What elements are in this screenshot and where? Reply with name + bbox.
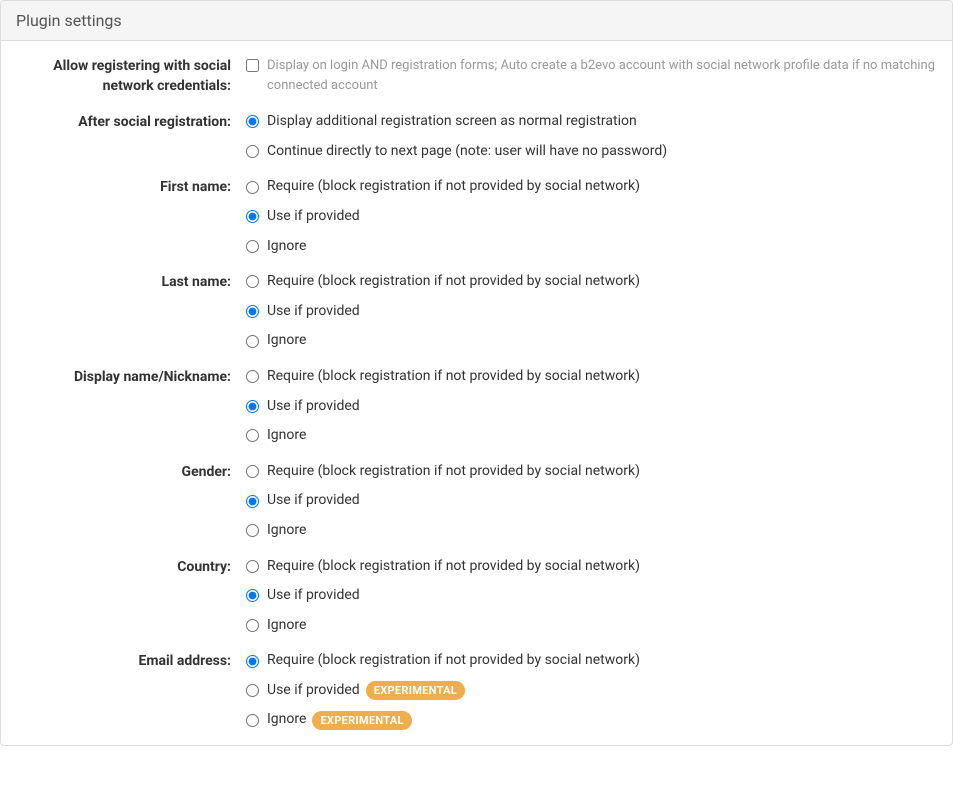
field-first-name: First name: Require (block registration … xyxy=(16,177,937,256)
first-name-radio-require[interactable] xyxy=(246,181,259,194)
display-name-text-provided: Use if provided xyxy=(267,397,360,417)
panel-body: Allow registering with social network cr… xyxy=(1,41,952,745)
gender-text-provided: Use if provided xyxy=(267,491,360,511)
after-social-option-additional[interactable]: Display additional registration screen a… xyxy=(246,112,937,132)
experimental-badge: EXPERIMENTAL xyxy=(366,681,465,700)
country-radio-require[interactable] xyxy=(246,560,259,573)
first-name-option-require[interactable]: Require (block registration if not provi… xyxy=(246,177,937,197)
email-radio-require[interactable] xyxy=(246,655,259,668)
gender-text-ignore: Ignore xyxy=(267,521,306,541)
country-radio-ignore[interactable] xyxy=(246,619,259,632)
last-name-option-ignore[interactable]: Ignore xyxy=(246,331,937,351)
country-option-require[interactable]: Require (block registration if not provi… xyxy=(246,557,937,577)
after-social-radio-additional[interactable] xyxy=(246,115,259,128)
email-option-ignore[interactable]: Ignore EXPERIMENTAL xyxy=(246,710,937,730)
last-name-radio-ignore[interactable] xyxy=(246,335,259,348)
country-label: Country: xyxy=(16,557,246,636)
display-name-radio-provided[interactable] xyxy=(246,400,259,413)
gender-option-require[interactable]: Require (block registration if not provi… xyxy=(246,462,937,482)
field-country: Country: Require (block registration if … xyxy=(16,557,937,636)
country-controls: Require (block registration if not provi… xyxy=(246,557,937,636)
last-name-text-require: Require (block registration if not provi… xyxy=(267,272,640,292)
display-name-option-provided[interactable]: Use if provided xyxy=(246,397,937,417)
country-radio-provided[interactable] xyxy=(246,589,259,602)
field-after-social: After social registration: Display addit… xyxy=(16,112,937,161)
plugin-settings-panel: Plugin settings Allow registering with s… xyxy=(0,0,953,746)
after-social-option-continue[interactable]: Continue directly to next page (note: us… xyxy=(246,142,937,162)
gender-option-provided[interactable]: Use if provided xyxy=(246,491,937,511)
first-name-text-require: Require (block registration if not provi… xyxy=(267,177,640,197)
last-name-controls: Require (block registration if not provi… xyxy=(246,272,937,351)
country-text-ignore: Ignore xyxy=(267,616,306,636)
after-social-label: After social registration: xyxy=(16,112,246,161)
field-allow-register: Allow registering with social network cr… xyxy=(16,56,937,96)
display-name-radio-ignore[interactable] xyxy=(246,429,259,442)
after-social-text-continue: Continue directly to next page (note: us… xyxy=(267,142,667,162)
last-name-label: Last name: xyxy=(16,272,246,351)
first-name-label: First name: xyxy=(16,177,246,256)
display-name-radio-require[interactable] xyxy=(246,370,259,383)
after-social-radio-continue[interactable] xyxy=(246,145,259,158)
allow-register-checkbox[interactable] xyxy=(246,59,259,72)
first-name-option-ignore[interactable]: Ignore xyxy=(246,237,937,257)
last-name-option-provided[interactable]: Use if provided xyxy=(246,302,937,322)
display-name-option-ignore[interactable]: Ignore xyxy=(246,426,937,446)
allow-register-controls: Display on login AND registration forms;… xyxy=(246,56,937,96)
last-name-option-require[interactable]: Require (block registration if not provi… xyxy=(246,272,937,292)
display-name-option-require[interactable]: Require (block registration if not provi… xyxy=(246,367,937,387)
allow-register-desc: Display on login AND registration forms;… xyxy=(267,56,937,95)
field-email: Email address: Require (block registrati… xyxy=(16,651,937,730)
first-name-radio-provided[interactable] xyxy=(246,210,259,223)
experimental-badge: EXPERIMENTAL xyxy=(312,711,411,730)
after-social-controls: Display additional registration screen a… xyxy=(246,112,937,161)
after-social-text-additional: Display additional registration screen a… xyxy=(267,112,637,132)
gender-label: Gender: xyxy=(16,462,246,541)
email-option-provided[interactable]: Use if provided EXPERIMENTAL xyxy=(246,681,937,701)
first-name-text-ignore: Ignore xyxy=(267,237,306,257)
email-option-require[interactable]: Require (block registration if not provi… xyxy=(246,651,937,671)
country-option-ignore[interactable]: Ignore xyxy=(246,616,937,636)
email-text-provided: Use if provided xyxy=(267,681,360,701)
gender-radio-require[interactable] xyxy=(246,465,259,478)
country-text-require: Require (block registration if not provi… xyxy=(267,557,640,577)
display-name-text-require: Require (block registration if not provi… xyxy=(267,367,640,387)
allow-register-label: Allow registering with social network cr… xyxy=(16,56,246,96)
last-name-text-ignore: Ignore xyxy=(267,331,306,351)
email-text-require: Require (block registration if not provi… xyxy=(267,651,640,671)
email-radio-provided[interactable] xyxy=(246,684,259,697)
field-gender: Gender: Require (block registration if n… xyxy=(16,462,937,541)
last-name-radio-provided[interactable] xyxy=(246,305,259,318)
country-text-provided: Use if provided xyxy=(267,586,360,606)
email-text-ignore: Ignore xyxy=(267,710,306,730)
first-name-text-provided: Use if provided xyxy=(267,207,360,227)
gender-text-require: Require (block registration if not provi… xyxy=(267,462,640,482)
email-controls: Require (block registration if not provi… xyxy=(246,651,937,730)
allow-register-row[interactable]: Display on login AND registration forms;… xyxy=(246,56,937,95)
display-name-label: Display name/Nickname: xyxy=(16,367,246,446)
display-name-text-ignore: Ignore xyxy=(267,426,306,446)
field-last-name: Last name: Require (block registration i… xyxy=(16,272,937,351)
field-display-name: Display name/Nickname: Require (block re… xyxy=(16,367,937,446)
first-name-option-provided[interactable]: Use if provided xyxy=(246,207,937,227)
first-name-radio-ignore[interactable] xyxy=(246,240,259,253)
gender-radio-ignore[interactable] xyxy=(246,524,259,537)
last-name-text-provided: Use if provided xyxy=(267,302,360,322)
email-label: Email address: xyxy=(16,651,246,730)
display-name-controls: Require (block registration if not provi… xyxy=(246,367,937,446)
first-name-controls: Require (block registration if not provi… xyxy=(246,177,937,256)
gender-option-ignore[interactable]: Ignore xyxy=(246,521,937,541)
last-name-radio-require[interactable] xyxy=(246,275,259,288)
email-radio-ignore[interactable] xyxy=(246,714,259,727)
country-option-provided[interactable]: Use if provided xyxy=(246,586,937,606)
gender-radio-provided[interactable] xyxy=(246,495,259,508)
gender-controls: Require (block registration if not provi… xyxy=(246,462,937,541)
panel-title: Plugin settings xyxy=(1,1,952,41)
